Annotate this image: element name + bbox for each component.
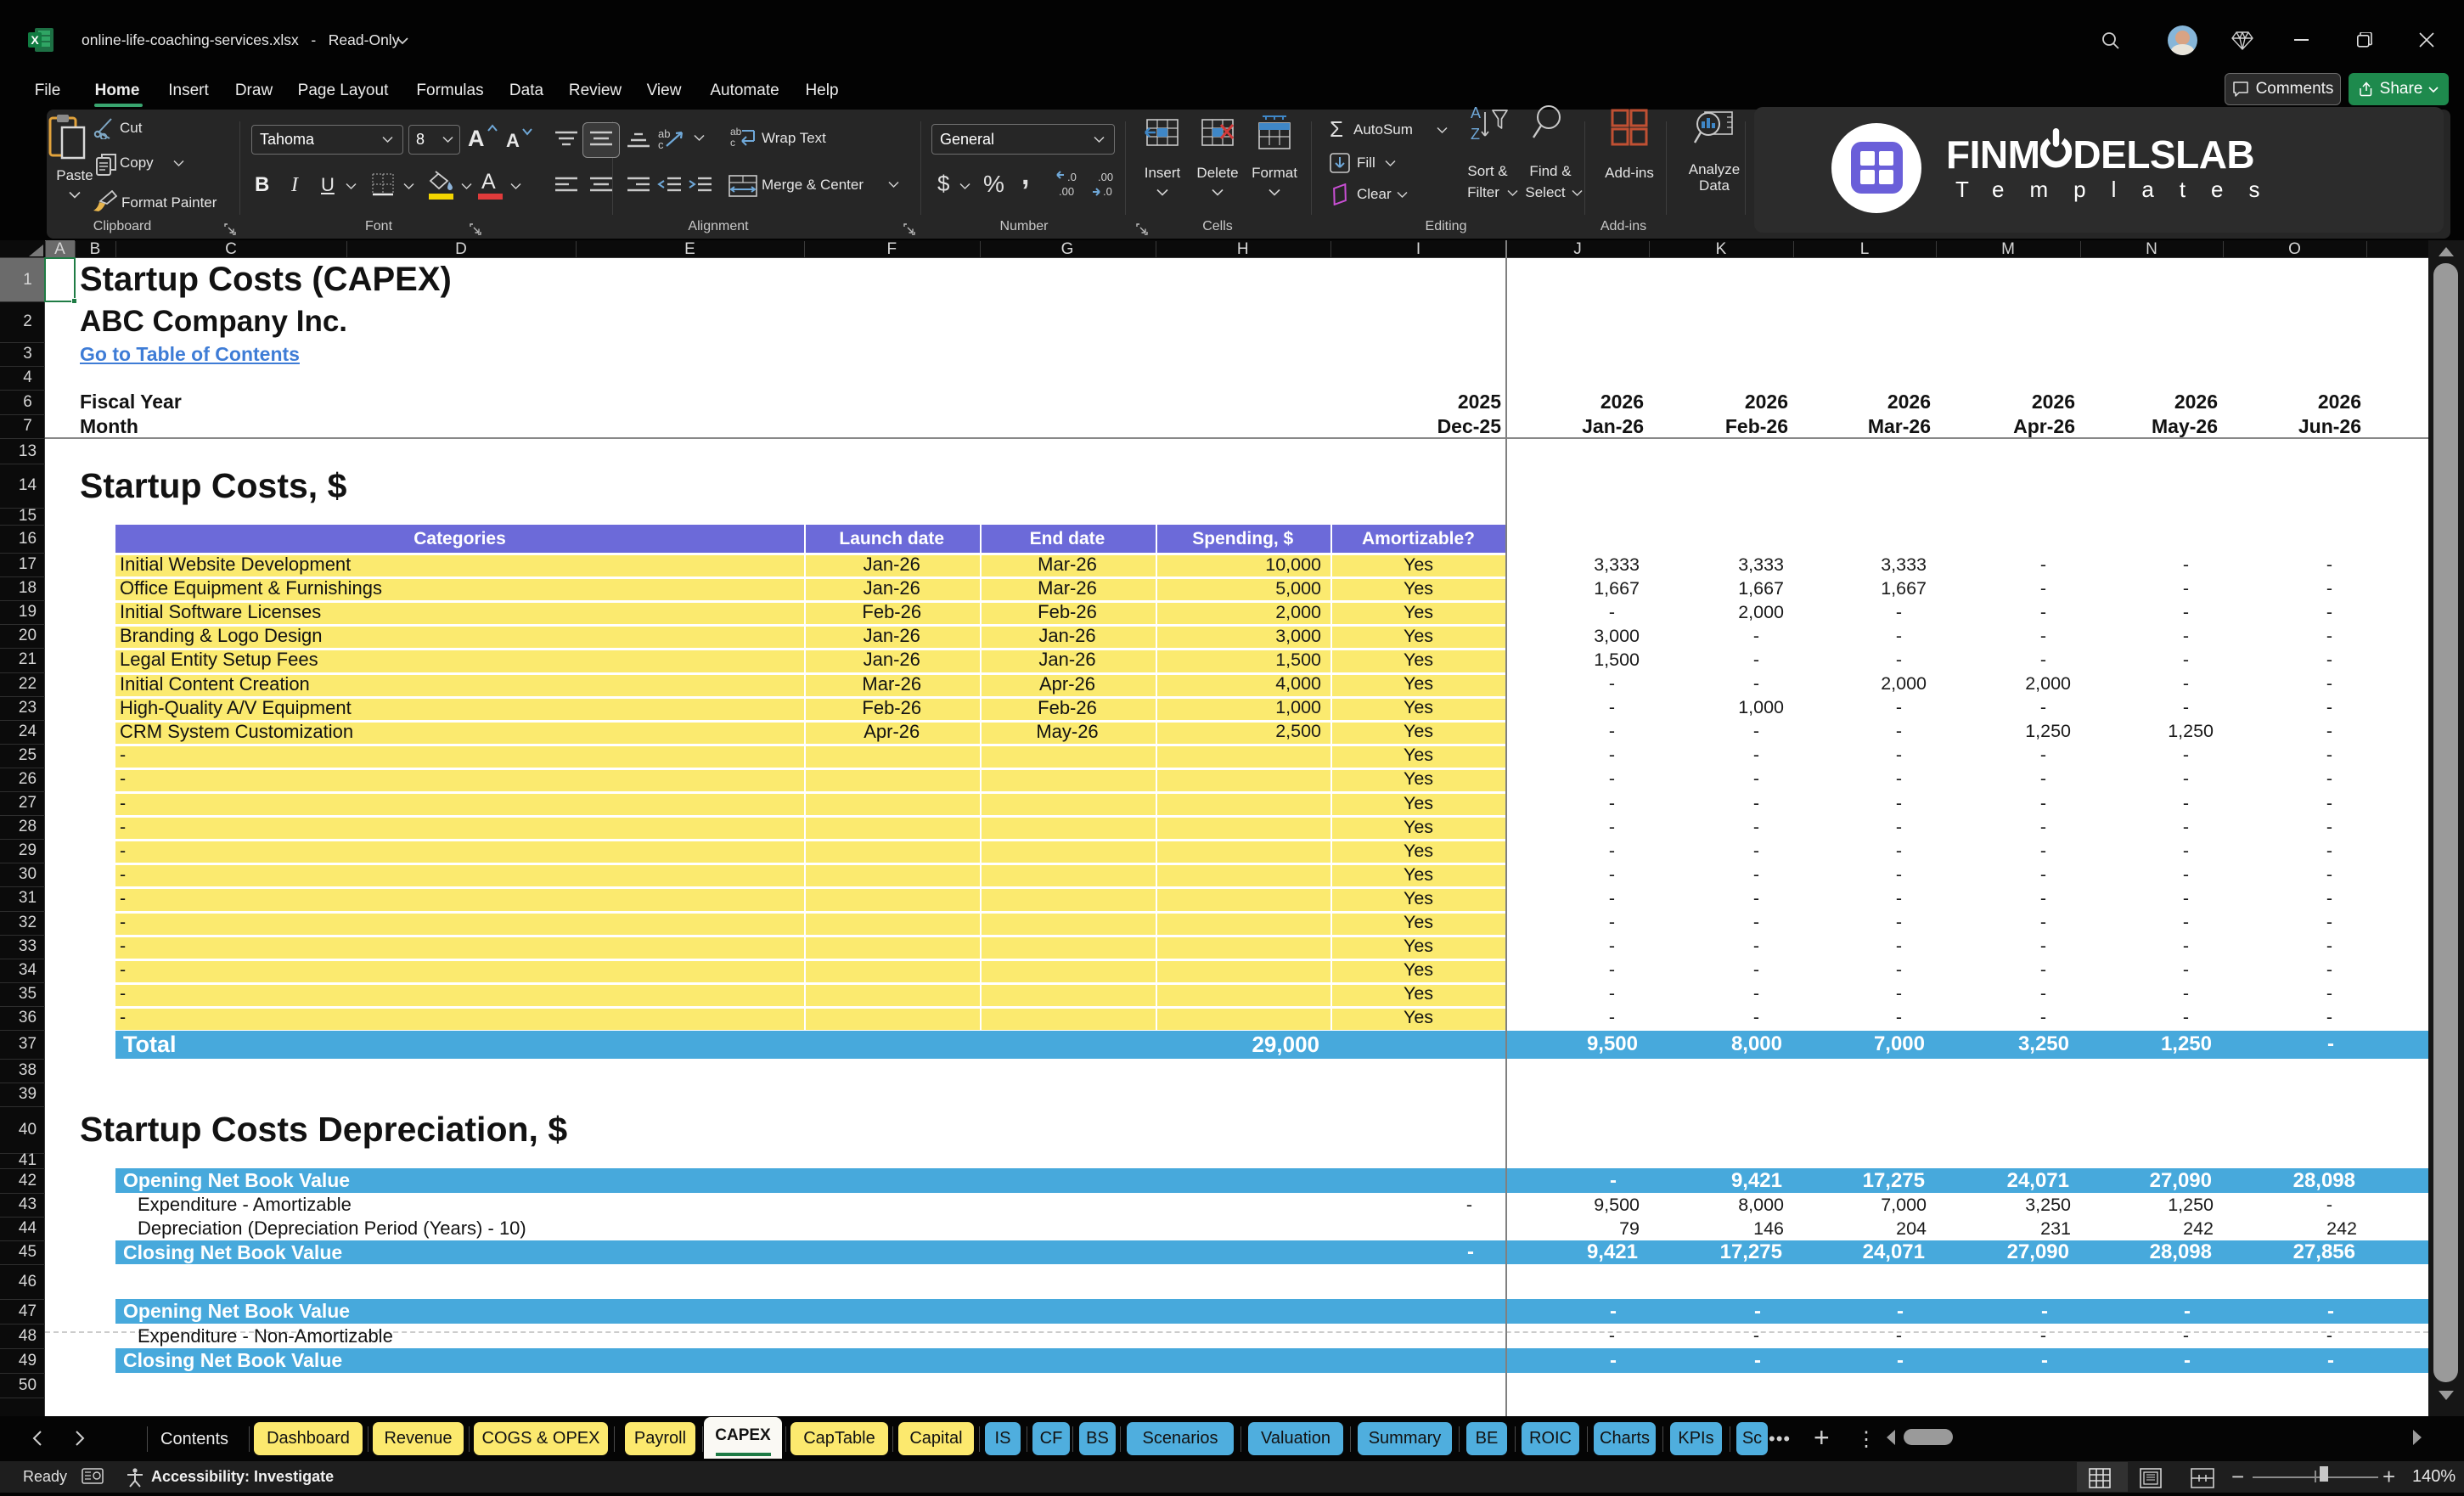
svg-text:Z: Z (1471, 126, 1480, 143)
svg-text:.0: .0 (1103, 185, 1112, 198)
svg-text:.0: .0 (1067, 171, 1077, 183)
svg-text:c: c (658, 138, 664, 151)
svg-text:.00: .00 (1059, 185, 1074, 198)
svg-text:.00: .00 (1098, 171, 1113, 183)
svg-text:c: c (730, 137, 735, 149)
svg-text:ab: ab (730, 126, 742, 138)
svg-text:A: A (1471, 104, 1481, 121)
svg-text:X: X (31, 33, 39, 47)
